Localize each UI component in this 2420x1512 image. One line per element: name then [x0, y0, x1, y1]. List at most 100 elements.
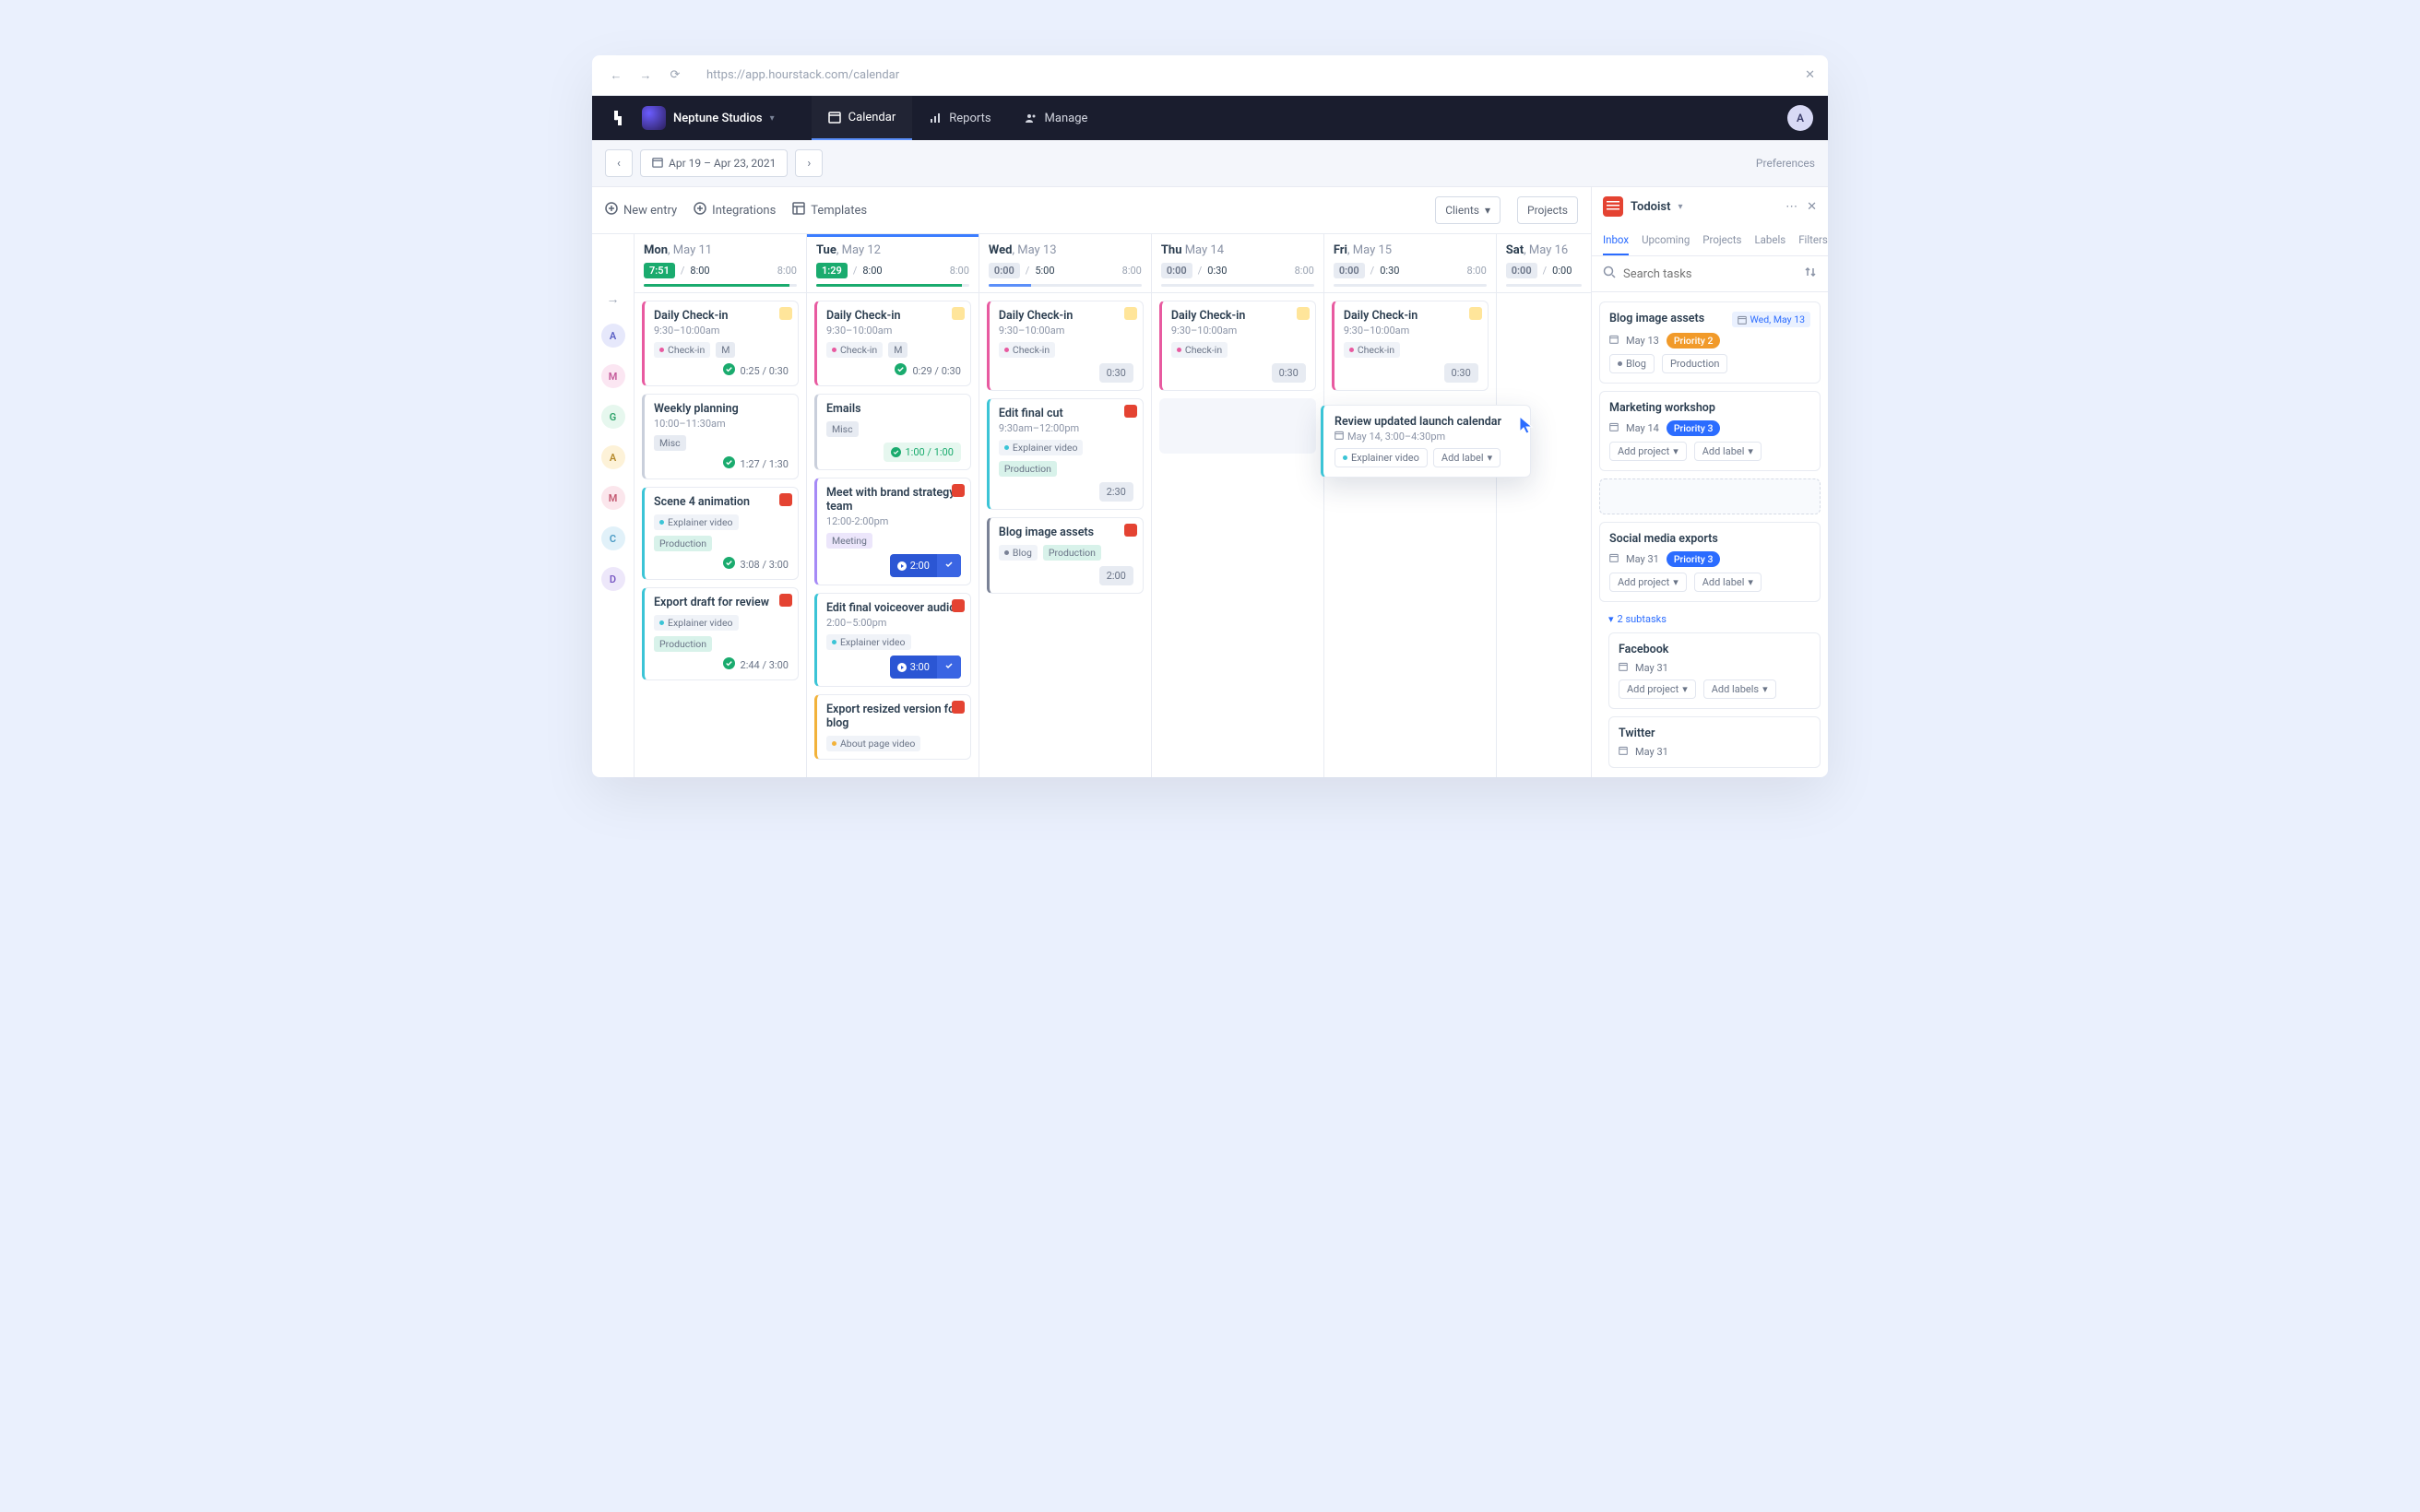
calendar-card[interactable]: Export resized version for blogAbout pag…: [814, 694, 971, 760]
priority-badge: Priority 2: [1667, 333, 1721, 348]
todoist-tab-inbox[interactable]: Inbox: [1603, 226, 1629, 255]
close-panel-button[interactable]: ✕: [1807, 200, 1817, 214]
preferences-link[interactable]: Preferences: [1756, 157, 1815, 170]
calendar-card[interactable]: Meet with brand strategy team12:00-2:00p…: [814, 478, 971, 585]
nav-reports[interactable]: Reports: [912, 96, 1007, 140]
task-action-button[interactable]: Add project ▾: [1609, 573, 1687, 592]
todoist-subtask-card[interactable]: FacebookMay 31Add project ▾Add labels ▾: [1608, 632, 1821, 709]
task-action-button[interactable]: Add project ▾: [1619, 679, 1696, 699]
user-avatar[interactable]: M: [601, 364, 625, 388]
date-range-picker[interactable]: Apr 19 – Apr 23, 2021: [640, 149, 788, 177]
date-range-text: Apr 19 – Apr 23, 2021: [669, 157, 776, 170]
integration-badge-icon: [952, 701, 965, 714]
todoist-panel: Todoist ▾ ⋯ ✕ InboxUpcomingProjectsLabel…: [1592, 187, 1828, 777]
todoist-logo-icon: [1603, 196, 1623, 217]
column-body[interactable]: Daily Check-in9:30–10:00amCheck-inM0:29 …: [807, 293, 979, 777]
progress-bar: [989, 284, 1142, 287]
sort-button[interactable]: [1804, 266, 1817, 282]
tool-label: Templates: [811, 204, 867, 218]
user-avatar[interactable]: A: [1787, 105, 1813, 131]
column-body[interactable]: Daily Check-in9:30–10:00amCheck-in0:30: [1324, 293, 1496, 777]
complete-button[interactable]: [937, 656, 961, 679]
drop-target[interactable]: [1599, 478, 1821, 514]
workspace-switcher[interactable]: Neptune Studios ▾: [642, 106, 775, 130]
nav-calendar[interactable]: Calendar: [812, 96, 913, 140]
calendar-card[interactable]: Weekly planning10:00–11:30amMisc1:27 / 1…: [642, 394, 799, 479]
integrations-button[interactable]: Integrations: [694, 202, 776, 219]
chevron-down-icon[interactable]: ▾: [1678, 202, 1682, 212]
url-bar[interactable]: https://app.hourstack.com/calendar: [694, 63, 1797, 88]
tag-chip: Check-in: [826, 342, 883, 358]
back-button[interactable]: ←: [605, 65, 627, 87]
prev-week-button[interactable]: ‹: [605, 149, 633, 177]
duration-chip: 0:30: [1272, 363, 1306, 383]
todoist-task-card[interactable]: Blog image assetsWed, May 13May 13Priori…: [1599, 301, 1821, 384]
todoist-tab-labels[interactable]: Labels: [1754, 226, 1785, 255]
calendar-card[interactable]: Edit final voiceover audio2:00–5:00pmExp…: [814, 593, 971, 687]
todoist-subtask-card[interactable]: TwitterMay 31: [1608, 716, 1821, 768]
dot-icon: [1004, 550, 1009, 555]
user-avatar[interactable]: M: [601, 486, 625, 510]
integration-badge-icon: [1469, 307, 1482, 320]
calendar-card[interactable]: Daily Check-in9:30–10:00amCheck-in0:30: [1159, 301, 1316, 391]
timer-play-button[interactable]: 2:00: [890, 554, 961, 577]
calendar-card[interactable]: Export draft for reviewExplainer videoPr…: [642, 587, 799, 680]
workspace-name: Neptune Studios: [673, 112, 763, 125]
duration-chip: 0:30: [1444, 363, 1478, 383]
todoist-tab-upcoming[interactable]: Upcoming: [1642, 226, 1690, 255]
user-avatar[interactable]: A: [601, 324, 625, 348]
timer-play-button[interactable]: 3:00: [890, 656, 961, 679]
expand-rail-button[interactable]: →: [607, 291, 620, 307]
search-input[interactable]: [1623, 267, 1797, 281]
dragged-task-card[interactable]: Review updated launch calendar May 14, 3…: [1321, 405, 1531, 478]
column-body[interactable]: Daily Check-in9:30–10:00amCheck-in0:30Ed…: [979, 293, 1151, 777]
more-button[interactable]: ⋯: [1785, 200, 1797, 214]
search-icon: [1603, 266, 1616, 282]
calendar-card[interactable]: Daily Check-in9:30–10:00amCheck-in0:30: [1332, 301, 1489, 391]
progress-bar: [1334, 284, 1487, 287]
user-avatar[interactable]: G: [601, 405, 625, 429]
calendar-card[interactable]: Daily Check-in9:30–10:00amCheck-inM0:25 …: [642, 301, 799, 386]
nav-manage[interactable]: Manage: [1008, 96, 1105, 140]
task-action-button[interactable]: Add label ▾: [1694, 442, 1762, 461]
dot-icon: [1343, 455, 1347, 460]
projects-dropdown[interactable]: Projects: [1517, 196, 1578, 224]
forward-button[interactable]: →: [635, 65, 657, 87]
calendar-card[interactable]: Edit final cut9:30am–12:00pmExplainer vi…: [987, 398, 1144, 510]
user-avatar[interactable]: C: [601, 526, 625, 550]
templates-button[interactable]: Templates: [792, 202, 867, 219]
todoist-tab-projects[interactable]: Projects: [1702, 226, 1741, 255]
task-chip: Production: [1662, 354, 1727, 373]
complete-button[interactable]: [937, 554, 961, 577]
close-tab-button[interactable]: ✕: [1805, 68, 1815, 82]
browser-bar: ← → ⟳ https://app.hourstack.com/calendar…: [592, 55, 1828, 96]
column-body[interactable]: [1497, 293, 1591, 777]
calendar-card[interactable]: Blog image assetsBlogProduction2:00: [987, 517, 1144, 594]
integration-badge-icon: [1124, 307, 1137, 320]
card-subtitle: 9:30–10:00am: [1344, 325, 1478, 337]
reload-button[interactable]: ⟳: [664, 65, 686, 87]
user-avatar[interactable]: A: [601, 445, 625, 469]
priority-badge: Priority 3: [1667, 551, 1721, 567]
todoist-task-card[interactable]: Marketing workshopMay 14Priority 3Add pr…: [1599, 391, 1821, 471]
task-action-button[interactable]: Add label ▾: [1694, 573, 1762, 592]
user-avatar[interactable]: D: [601, 567, 625, 591]
add-label-button[interactable]: Add label ▾: [1433, 448, 1501, 467]
chevron-down-icon: ▾: [1673, 445, 1679, 457]
calendar-card[interactable]: EmailsMisc1:00 / 1:00: [814, 394, 971, 470]
task-action-button[interactable]: Add project ▾: [1609, 442, 1687, 461]
new-entry-button[interactable]: New entry: [605, 202, 677, 219]
column-body[interactable]: Daily Check-in9:30–10:00amCheck-in0:30: [1152, 293, 1323, 777]
calendar-card[interactable]: Daily Check-in9:30–10:00amCheck-in0:30: [987, 301, 1144, 391]
subtasks-toggle[interactable]: ▾ 2 subtasks: [1608, 613, 1821, 625]
next-week-button[interactable]: ›: [795, 149, 823, 177]
clients-dropdown[interactable]: Clients ▾: [1435, 196, 1501, 224]
card-subtitle: 9:30–10:00am: [826, 325, 961, 337]
todoist-task-card[interactable]: Social media exportsMay 31Priority 3Add …: [1599, 522, 1821, 602]
time-tracked: 2:44 / 3:00: [741, 659, 789, 671]
todoist-tab-filters[interactable]: Filters: [1798, 226, 1828, 255]
task-action-button[interactable]: Add labels ▾: [1703, 679, 1776, 699]
calendar-card[interactable]: Daily Check-in9:30–10:00amCheck-inM0:29 …: [814, 301, 971, 386]
column-body[interactable]: Daily Check-in9:30–10:00amCheck-inM0:25 …: [635, 293, 806, 777]
calendar-card[interactable]: Scene 4 animationExplainer videoProducti…: [642, 487, 799, 580]
